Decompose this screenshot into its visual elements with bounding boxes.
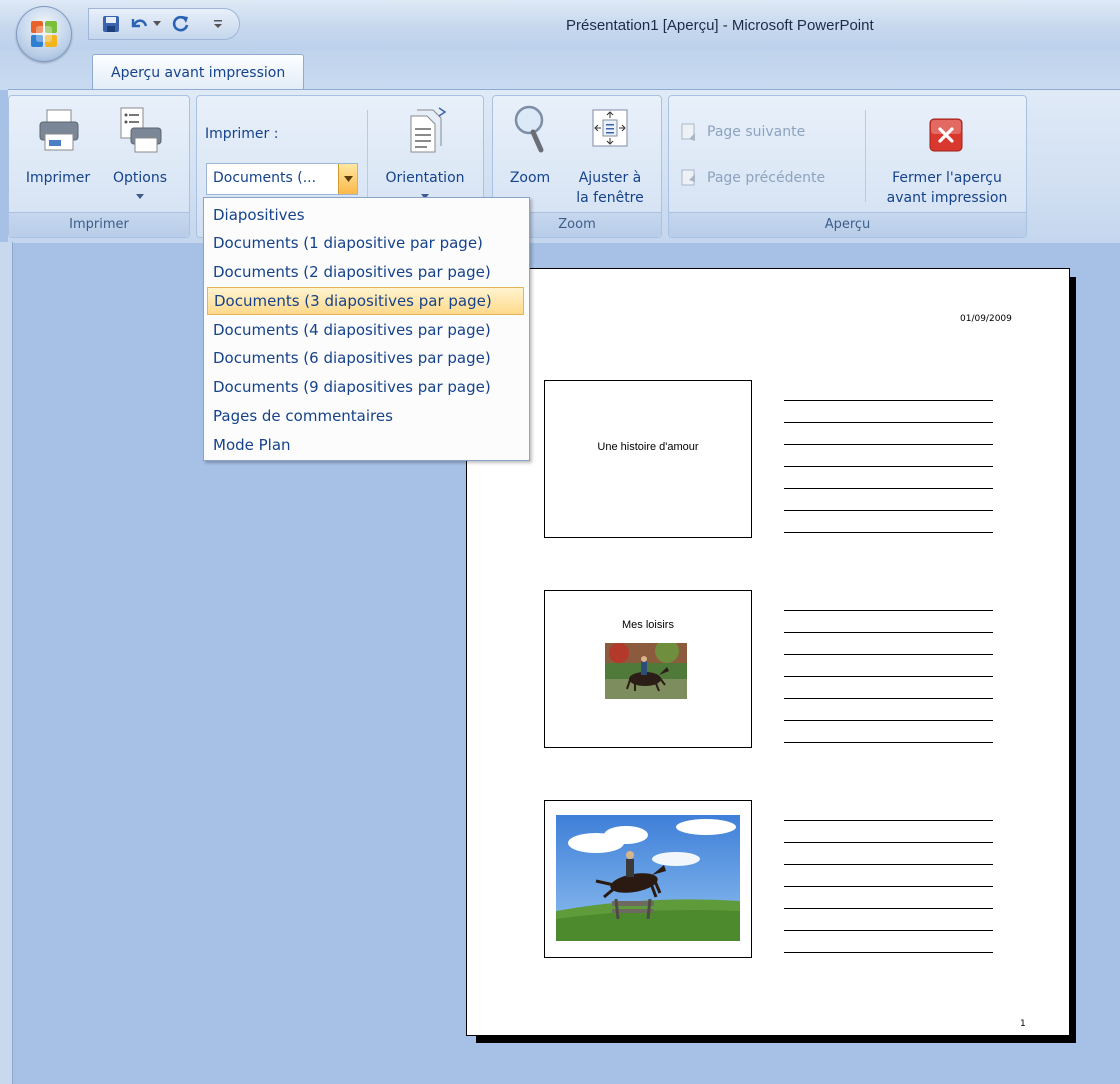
menu-item-documents-1[interactable]: Documents (1 diapositive par page)	[207, 229, 524, 257]
next-page-button[interactable]: Page suivante	[677, 120, 857, 148]
orientation-icon	[410, 107, 447, 153]
orientation-button[interactable]: Orientation	[375, 104, 475, 204]
office-button[interactable]	[16, 6, 72, 62]
handout-slide-3	[544, 800, 752, 958]
print-options-icon	[120, 107, 162, 153]
print-button-label: Imprimer	[25, 170, 91, 186]
previous-page-label: Page précédente	[707, 170, 826, 186]
menu-item-diapositives[interactable]: Diapositives	[207, 201, 524, 229]
printer-icon	[39, 109, 79, 151]
group-apercu-label: Aperçu	[669, 212, 1026, 237]
group-apercu: Page suivante Page précédente Fermer l'a…	[668, 95, 1027, 238]
undo-dropdown-icon[interactable]	[151, 14, 163, 34]
zoom-button[interactable]: Zoom	[499, 104, 561, 204]
next-page-icon	[681, 123, 695, 141]
menu-item-documents-2[interactable]: Documents (2 diapositives par page)	[207, 258, 524, 286]
menu-item-pages-commentaires[interactable]: Pages de commentaires	[207, 402, 524, 430]
ribbon: Imprimer Options Imprimer Imprimer : Ori…	[8, 89, 1120, 243]
next-page-label: Page suivante	[707, 124, 806, 140]
group-imprimer: Imprimer Options Imprimer	[8, 95, 190, 238]
menu-item-documents-6[interactable]: Documents (6 diapositives par page)	[207, 344, 524, 372]
customize-toolbar-icon[interactable]	[211, 14, 225, 34]
quick-access-toolbar	[88, 8, 240, 40]
close-icon	[929, 118, 963, 152]
redo-icon[interactable]	[171, 14, 191, 34]
menu-item-mode-plan[interactable]: Mode Plan	[207, 431, 524, 459]
handout-slide-1: Une histoire d'amour	[544, 380, 752, 538]
zoom-button-label: Zoom	[509, 170, 551, 186]
magnifier-icon	[514, 105, 544, 153]
window-title: Présentation1 [Aperçu] - Microsoft Power…	[566, 17, 874, 34]
preview-page: 01/09/2009 Une histoire d'amour Mes lois…	[466, 268, 1070, 1036]
page-number: 1	[1020, 1019, 1026, 1029]
ribbon-tabs: Aperçu avant impression	[0, 50, 1120, 90]
tab-apercu-avant-impression[interactable]: Aperçu avant impression	[92, 54, 305, 90]
previous-page-icon	[681, 169, 695, 186]
menu-item-documents-3[interactable]: Documents (3 diapositives par page)	[207, 287, 524, 315]
fit-window-label-2: la fenêtre	[576, 190, 644, 206]
fit-window-button[interactable]: Ajuster à la fenêtre	[565, 104, 655, 206]
chevron-down-icon[interactable]	[338, 164, 357, 194]
options-dropdown-icon	[136, 194, 144, 199]
print-what-select[interactable]: Documents (...	[206, 163, 358, 195]
horse-jumping-photo	[556, 815, 740, 941]
slide-2-title: Mes loisirs	[622, 619, 674, 631]
slide-1-title: Une histoire d'amour	[597, 441, 699, 453]
close-preview-label-1: Fermer l'aperçu	[892, 170, 1002, 186]
page-date: 01/09/2009	[960, 314, 1012, 324]
fit-window-icon	[592, 109, 628, 147]
save-icon[interactable]	[101, 14, 121, 34]
fit-window-label-1: Ajuster à	[578, 170, 642, 186]
horse-rider-photo	[605, 643, 687, 699]
handout-slide-2: Mes loisirs	[544, 590, 752, 748]
print-what-dropdown: Diapositives Documents (1 diapositive pa…	[203, 197, 530, 461]
close-preview-label-2: avant impression	[886, 190, 1008, 206]
menu-item-documents-4[interactable]: Documents (4 diapositives par page)	[207, 316, 524, 344]
print-what-value: Documents (...	[213, 170, 317, 186]
options-button-label: Options	[112, 170, 168, 186]
group-separator	[865, 110, 866, 202]
close-preview-button[interactable]: Fermer l'aperçu avant impression	[873, 104, 1021, 208]
print-button[interactable]: Imprimer	[19, 104, 97, 204]
group-separator	[367, 110, 368, 202]
group-imprimer-label: Imprimer	[9, 212, 189, 237]
previous-page-button[interactable]: Page précédente	[677, 166, 857, 194]
menu-item-documents-9[interactable]: Documents (9 diapositives par page)	[207, 373, 524, 401]
orientation-button-label: Orientation	[385, 170, 465, 186]
options-button[interactable]: Options	[103, 104, 177, 204]
undo-icon[interactable]	[129, 14, 149, 34]
left-panel-edge	[0, 242, 13, 1084]
office-logo-icon	[31, 21, 57, 47]
print-what-label: Imprimer :	[205, 126, 279, 142]
